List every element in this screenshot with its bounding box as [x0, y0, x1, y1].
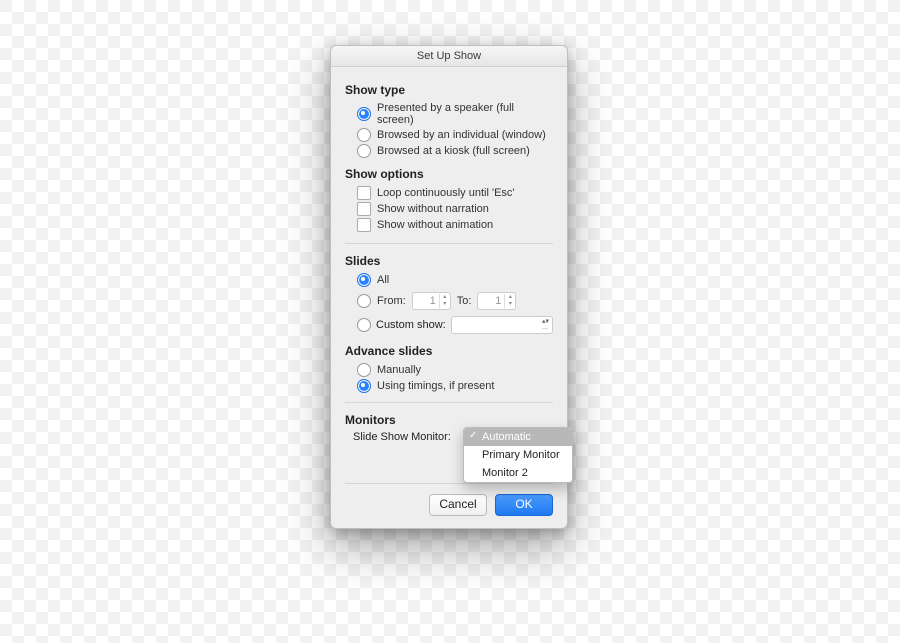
show-type-option-speaker[interactable]: Presented by a speaker (full screen) [345, 101, 553, 127]
option-label: Loop continuously until 'Esc' [377, 187, 515, 199]
from-stepper[interactable]: ▴▾ [412, 292, 451, 310]
checkbox-icon[interactable] [357, 202, 371, 216]
stepper-arrows-icon[interactable]: ▴▾ [439, 294, 450, 308]
option-no-narration[interactable]: Show without narration [345, 201, 553, 217]
slides-custom[interactable]: Custom show: ▴▾ [345, 316, 553, 334]
to-stepper[interactable]: ▴▾ [477, 292, 516, 310]
monitor-row: Slide Show Monitor: Automatic Primary Mo… [345, 431, 553, 443]
slide-show-monitor-label: Slide Show Monitor: [353, 431, 451, 443]
monitor-option-2[interactable]: Monitor 2 [464, 464, 572, 482]
advance-timings[interactable]: Using timings, if present [345, 378, 553, 394]
slides-all[interactable]: All [345, 272, 553, 288]
advance-manually[interactable]: Manually [345, 362, 553, 378]
checkbox-icon[interactable] [357, 218, 371, 232]
radio-icon[interactable] [357, 273, 371, 287]
option-label: Browsed by an individual (window) [377, 129, 546, 141]
advance-label: Advance slides [345, 344, 553, 358]
show-options-label: Show options [345, 167, 553, 181]
option-label: Using timings, if present [377, 380, 494, 392]
from-label: From: [377, 295, 406, 307]
monitor-option-primary[interactable]: Primary Monitor [464, 446, 572, 464]
from-input[interactable] [413, 294, 439, 308]
stepper-arrows-icon[interactable]: ▴▾ [504, 294, 515, 308]
monitor-option-automatic[interactable]: Automatic [464, 428, 572, 446]
option-label: Show without animation [377, 219, 493, 231]
show-type-label: Show type [345, 83, 553, 97]
button-row: Cancel OK [345, 483, 553, 516]
cancel-button[interactable]: Cancel [429, 494, 487, 516]
separator [345, 402, 553, 403]
show-type-option-individual[interactable]: Browsed by an individual (window) [345, 127, 553, 143]
radio-icon[interactable] [357, 144, 371, 158]
option-label: Browsed at a kiosk (full screen) [377, 145, 530, 157]
radio-icon[interactable] [357, 363, 371, 377]
radio-icon[interactable] [357, 379, 371, 393]
monitor-dropdown-menu[interactable]: Automatic Primary Monitor Monitor 2 [463, 427, 573, 483]
option-no-animation[interactable]: Show without animation [345, 217, 553, 233]
slides-range[interactable]: From: ▴▾ To: ▴▾ [345, 292, 553, 310]
radio-icon[interactable] [357, 107, 371, 121]
to-label: To: [457, 295, 472, 307]
custom-label: Custom show: [376, 319, 446, 331]
show-type-option-kiosk[interactable]: Browsed at a kiosk (full screen) [345, 143, 553, 159]
ok-button[interactable]: OK [495, 494, 553, 516]
monitors-label: Monitors [345, 413, 553, 427]
checkbox-icon[interactable] [357, 186, 371, 200]
option-label: Manually [377, 364, 421, 376]
slides-label: Slides [345, 254, 553, 268]
radio-icon[interactable] [357, 128, 371, 142]
separator [345, 243, 553, 244]
to-input[interactable] [478, 294, 504, 308]
radio-icon[interactable] [357, 318, 371, 332]
setup-show-dialog: Set Up Show Show type Presented by a spe… [330, 45, 568, 529]
option-label: Show without narration [377, 203, 489, 215]
option-loop[interactable]: Loop continuously until 'Esc' [345, 185, 553, 201]
updown-icon: ▴▾ [542, 318, 549, 325]
dialog-content: Show type Presented by a speaker (full s… [331, 67, 567, 528]
dialog-title: Set Up Show [331, 46, 567, 67]
custom-show-dropdown[interactable]: ▴▾ [451, 316, 553, 334]
option-label: Presented by a speaker (full screen) [377, 102, 553, 126]
radio-icon[interactable] [357, 294, 371, 308]
option-label: All [377, 274, 389, 286]
